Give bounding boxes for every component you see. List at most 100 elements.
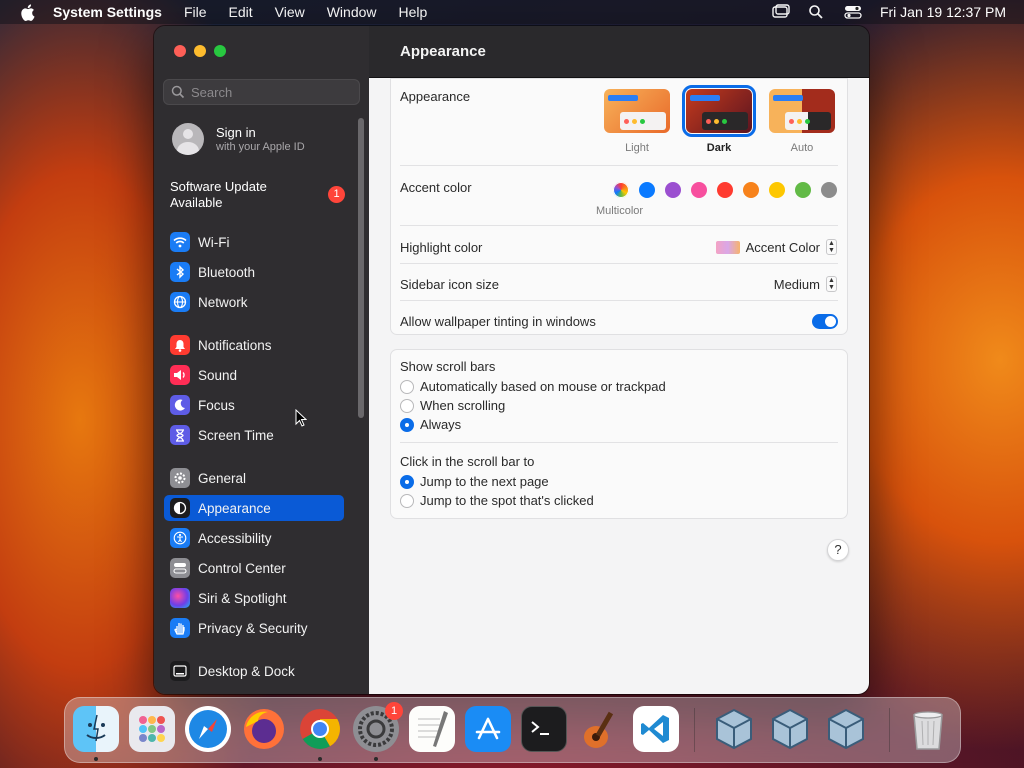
apple-menu-icon[interactable] bbox=[19, 3, 35, 21]
sidebar-scrollbar[interactable] bbox=[358, 118, 364, 418]
sidebar-item-screen-time[interactable]: Screen Time bbox=[164, 422, 344, 448]
preview-bar bbox=[608, 95, 638, 101]
minimize-button[interactable] bbox=[194, 45, 206, 57]
search-placeholder: Search bbox=[191, 84, 233, 100]
virtualbox-icon[interactable] bbox=[823, 706, 869, 752]
sidebar-item-wifi[interactable]: Wi-Fi bbox=[164, 229, 344, 255]
sidebar-item-focus[interactable]: Focus bbox=[164, 392, 344, 418]
accent-graphite[interactable] bbox=[821, 182, 837, 198]
menu-help[interactable]: Help bbox=[399, 4, 428, 20]
sidebar-item-siri-spotlight[interactable]: Siri & Spotlight bbox=[164, 585, 344, 611]
radio-button-selected[interactable] bbox=[400, 417, 414, 432]
content-area: Appearance Light Dark Auto Accent color … bbox=[369, 78, 869, 694]
hourglass-icon bbox=[170, 425, 190, 445]
chrome-icon[interactable] bbox=[297, 706, 343, 752]
accent-blue[interactable] bbox=[639, 182, 655, 198]
accent-red[interactable] bbox=[717, 182, 733, 198]
divider bbox=[400, 442, 838, 443]
scroll-option-always[interactable]: Always bbox=[400, 417, 461, 432]
theme-auto[interactable]: Auto bbox=[767, 89, 837, 154]
sidebar-item-sound[interactable]: Sound bbox=[164, 362, 344, 388]
virtualbox-icon[interactable] bbox=[711, 706, 757, 752]
system-settings-icon[interactable]: 1 bbox=[353, 702, 403, 752]
radio-label: Automatically based on mouse or trackpad bbox=[420, 379, 666, 394]
garageband-icon[interactable] bbox=[577, 706, 623, 752]
menu-view[interactable]: View bbox=[275, 4, 305, 20]
safari-icon[interactable] bbox=[185, 706, 231, 752]
scroll-bars-group: Show scroll bars Automatically based on … bbox=[390, 349, 848, 519]
accent-green[interactable] bbox=[795, 182, 811, 198]
firefox-icon[interactable] bbox=[241, 706, 287, 752]
highlight-color-select[interactable]: Accent Color ▲ ▼ bbox=[715, 239, 837, 255]
sidebar-item-bluetooth[interactable]: Bluetooth bbox=[164, 259, 344, 285]
window-controls bbox=[174, 45, 226, 57]
menu-clock[interactable]: Fri Jan 19 12:37 PM bbox=[880, 4, 1006, 20]
radio-button[interactable] bbox=[400, 398, 414, 413]
radio-label: Jump to the next page bbox=[420, 474, 549, 489]
click-scroll-bar-label: Click in the scroll bar to bbox=[400, 454, 535, 469]
textedit-icon[interactable] bbox=[409, 706, 455, 752]
menu-app-name[interactable]: System Settings bbox=[53, 4, 162, 20]
highlight-color-label: Highlight color bbox=[400, 240, 483, 255]
sidebar-item-privacy-security[interactable]: Privacy & Security bbox=[164, 615, 344, 641]
software-update-item[interactable]: Software Update Available 1 bbox=[170, 179, 345, 211]
virtualbox-icon[interactable] bbox=[767, 706, 813, 752]
sidebar-item-appearance[interactable]: Appearance bbox=[164, 495, 344, 521]
radio-label: Always bbox=[420, 417, 462, 432]
sidebar-item-label: General bbox=[198, 470, 247, 486]
apple-id-signin[interactable]: Sign in with your Apple ID bbox=[172, 123, 305, 155]
vscode-icon[interactable] bbox=[633, 706, 679, 752]
menu-edit[interactable]: Edit bbox=[229, 4, 253, 20]
accent-orange[interactable] bbox=[743, 182, 759, 198]
settings-badge: 1 bbox=[385, 702, 403, 720]
divider bbox=[400, 300, 838, 301]
sidebar-item-network[interactable]: Network bbox=[164, 289, 344, 315]
sidebar-item-label: Accessibility bbox=[198, 530, 272, 546]
sidebar-item-control-center[interactable]: Control Center bbox=[164, 555, 344, 581]
scroll-option-automatic[interactable]: Automatically based on mouse or trackpad bbox=[400, 379, 666, 394]
zoom-button[interactable] bbox=[214, 45, 226, 57]
accent-yellow[interactable] bbox=[769, 182, 785, 198]
screen-mirroring-icon[interactable] bbox=[772, 4, 790, 20]
sidebar-item-notifications[interactable]: Notifications bbox=[164, 332, 344, 358]
app-store-icon[interactable] bbox=[465, 706, 511, 752]
theme-light[interactable]: Light bbox=[602, 89, 672, 154]
sidebar-item-label: Privacy & Security bbox=[198, 620, 308, 636]
accent-pink[interactable] bbox=[691, 182, 707, 198]
radio-button-selected[interactable] bbox=[400, 474, 414, 489]
accent-multicolor[interactable] bbox=[613, 182, 629, 198]
theme-dark[interactable]: Dark bbox=[682, 85, 756, 154]
bluetooth-icon bbox=[170, 262, 190, 282]
spotlight-search-icon[interactable] bbox=[808, 4, 826, 20]
running-indicator bbox=[94, 757, 98, 761]
sidebar-item-label: Control Center bbox=[198, 560, 286, 576]
accent-purple[interactable] bbox=[665, 182, 681, 198]
launchpad-icon[interactable] bbox=[129, 706, 175, 752]
click-option-next-page[interactable]: Jump to the next page bbox=[400, 474, 549, 489]
preview-bar bbox=[690, 95, 720, 101]
menu-file[interactable]: File bbox=[184, 4, 207, 20]
trash-icon[interactable] bbox=[905, 706, 951, 752]
control-center-icon[interactable] bbox=[844, 4, 862, 20]
sidebar-item-desktop-dock[interactable]: Desktop & Dock bbox=[164, 658, 344, 684]
sidebar-icon-size-select[interactable]: Medium ▲ ▼ bbox=[774, 276, 837, 292]
click-option-spot-clicked[interactable]: Jump to the spot that's clicked bbox=[400, 493, 594, 508]
sidebar-item-accessibility[interactable]: Accessibility bbox=[164, 525, 344, 551]
menu-window[interactable]: Window bbox=[327, 4, 377, 20]
running-indicator bbox=[374, 757, 378, 761]
software-update-label: Software Update Available bbox=[170, 179, 267, 210]
search-icon bbox=[171, 85, 185, 99]
search-field[interactable]: Search bbox=[163, 79, 360, 105]
divider bbox=[400, 263, 838, 264]
wallpaper-tinting-toggle[interactable] bbox=[812, 314, 838, 329]
close-button[interactable] bbox=[174, 45, 186, 57]
sidebar-icon-size-value: Medium bbox=[773, 276, 820, 292]
sidebar-item-general[interactable]: General bbox=[164, 465, 344, 491]
help-button[interactable]: ? bbox=[827, 539, 849, 561]
radio-button[interactable] bbox=[400, 379, 414, 394]
scroll-option-when-scrolling[interactable]: When scrolling bbox=[400, 398, 505, 413]
radio-button[interactable] bbox=[400, 493, 414, 508]
main-header: Appearance bbox=[369, 26, 869, 78]
terminal-icon[interactable] bbox=[521, 706, 567, 752]
finder-icon[interactable] bbox=[73, 706, 119, 752]
